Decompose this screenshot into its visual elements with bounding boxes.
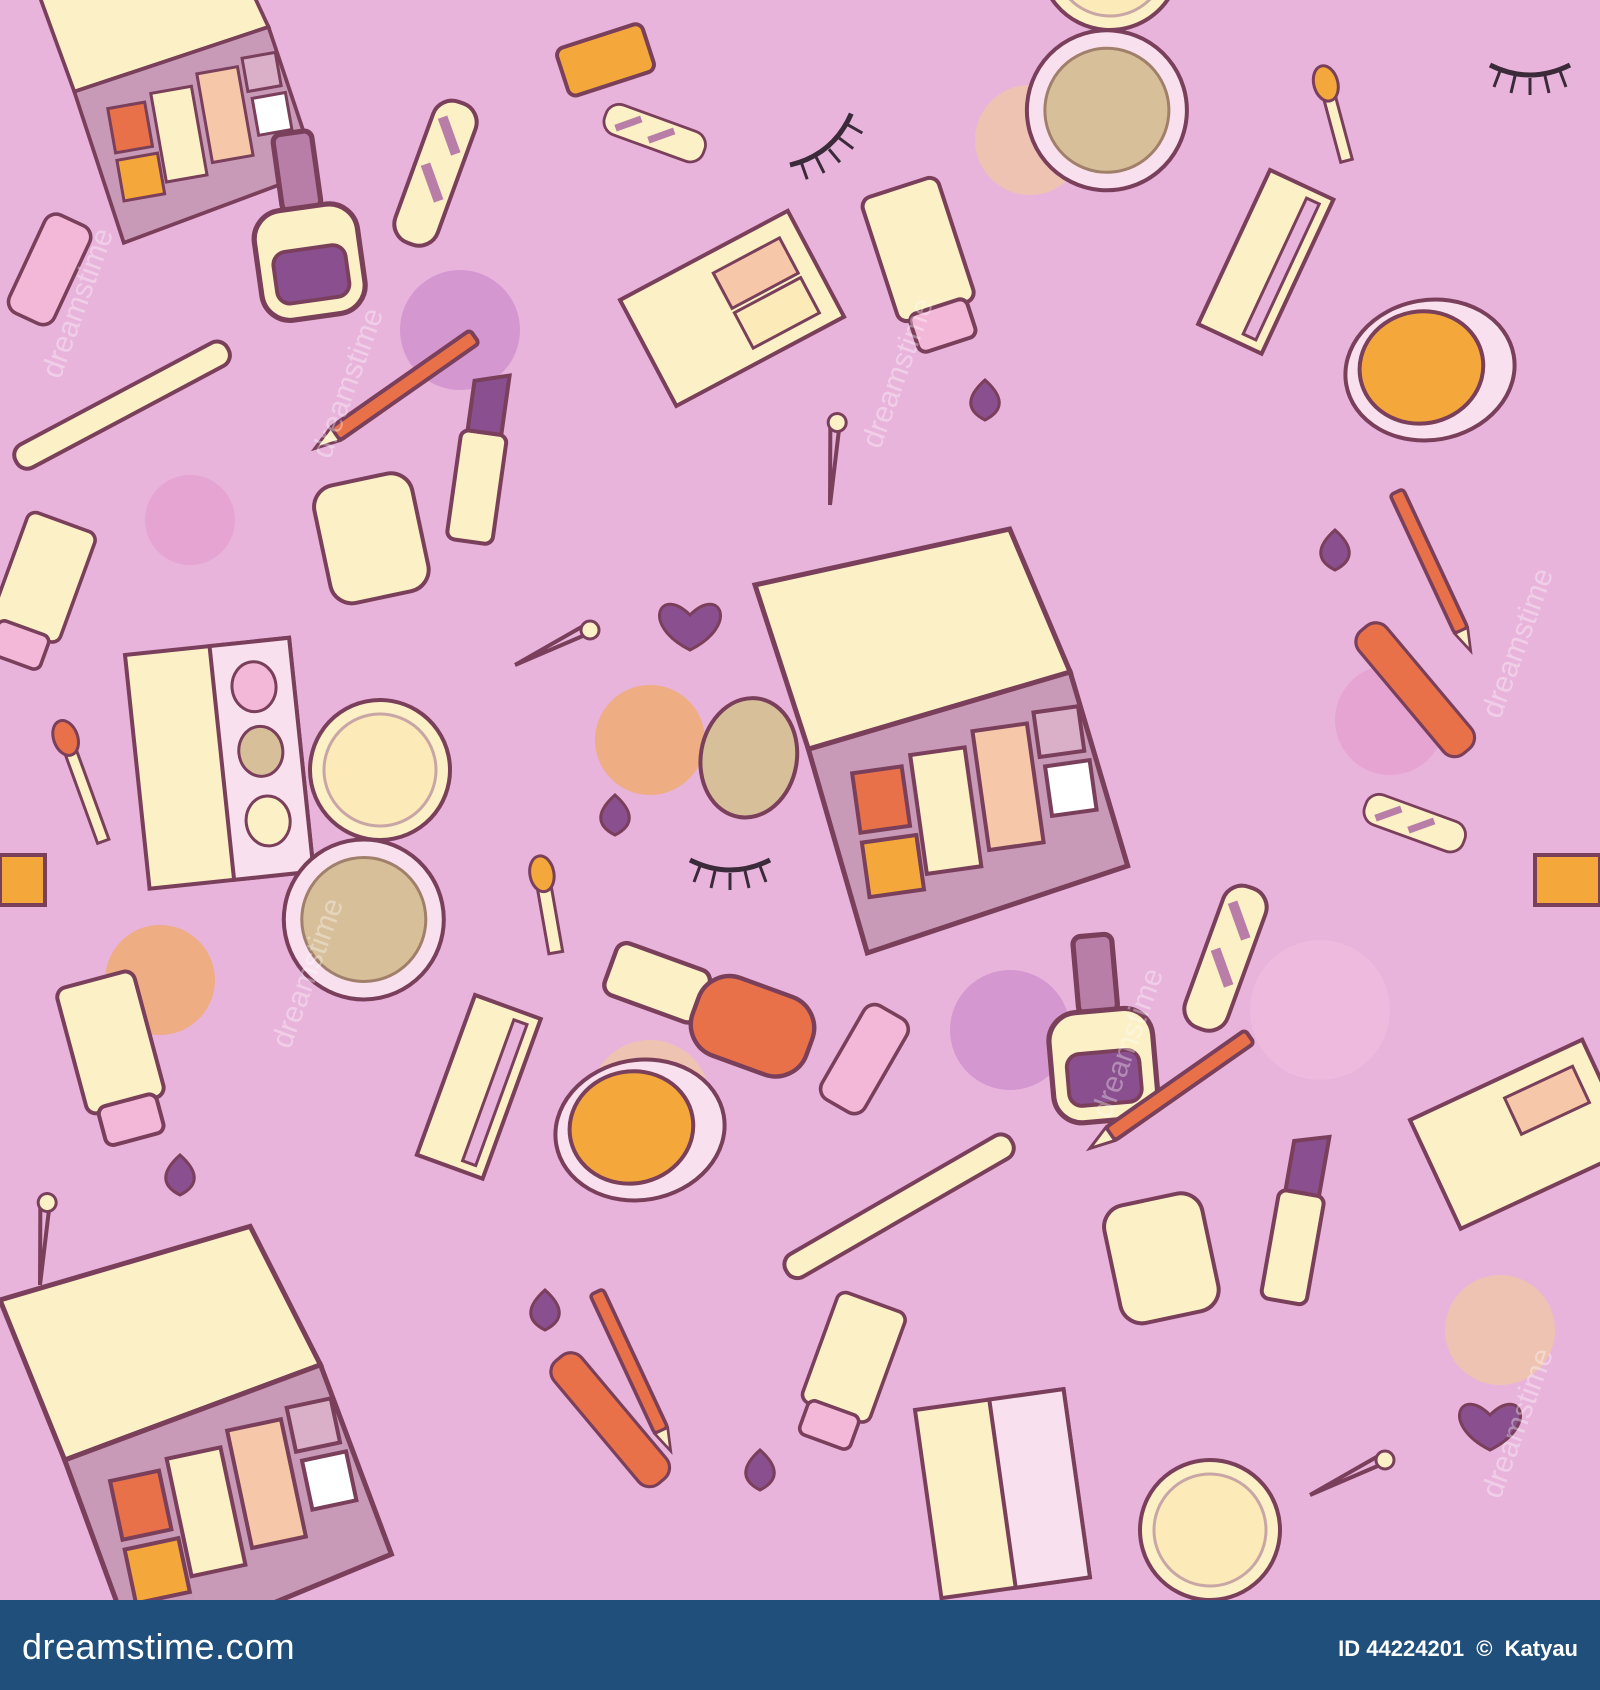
eyeshadow-palette-icon [122, 635, 316, 891]
author-name[interactable]: Katyau [1505, 1636, 1578, 1661]
footer-site-link[interactable]: dreamstime.com [22, 1626, 295, 1668]
copyright-symbol: © [1476, 1636, 1493, 1661]
cosmetics-pattern-artwork: dreamstime dreamstime dreamstime dreamst… [0, 0, 1600, 1600]
footer-bar: dreamstime.com ID 44224201 © Katyau [0, 1600, 1600, 1690]
eyeshadow-palette-icon [912, 1386, 1093, 1600]
footer-meta: ID 44224201 © Katyau [1332, 1636, 1578, 1662]
image-id: ID 44224201 [1338, 1636, 1465, 1661]
